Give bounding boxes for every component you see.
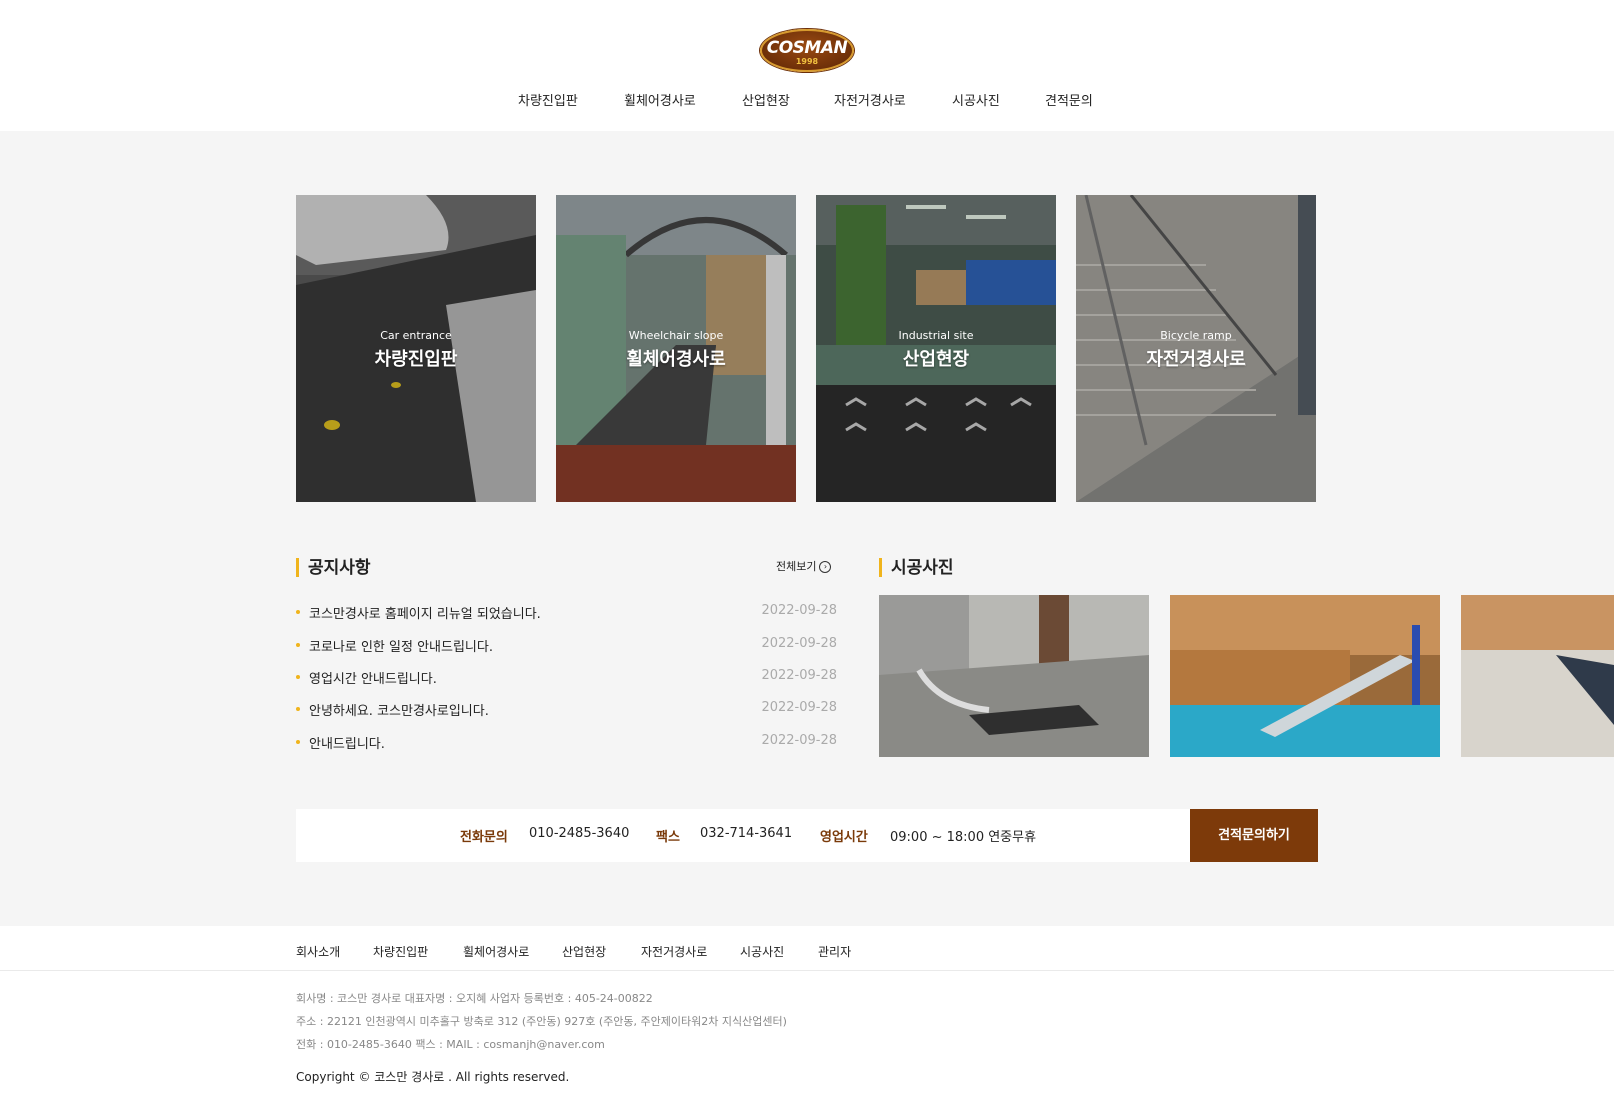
quote-request-button[interactable]: 견적문의하기 (1190, 809, 1318, 862)
footer-divider (0, 970, 1614, 971)
card-label-ko: 자전거경사로 (1146, 349, 1246, 370)
notice-list-item[interactable]: 코스만경사로 홈페이지 리뉴얼 되었습니다. 2022-09-28 (296, 603, 837, 622)
bullet-dot (296, 740, 300, 744)
card-label-en: Bicycle ramp (1160, 329, 1232, 342)
nav-item-quote-inquiry[interactable]: 견적문의 (1045, 90, 1093, 109)
footer-nav-admin[interactable]: 관리자 (818, 943, 851, 960)
phone-value: 010-2485-3640 (529, 826, 630, 841)
nav-item-bicycle-ramp[interactable]: 자전거경사로 (834, 90, 906, 109)
company-info-line: 회사명 : 코스만 경사로 대표자명 : 오지혜 사업자 등록번호 : 405-… (296, 992, 653, 1005)
footer-nav-construction-photos[interactable]: 시공사진 (740, 943, 784, 960)
contact-info-line: 전화 : 010-2485-3640 팩스 : MAIL : cosmanjh@… (296, 1038, 605, 1051)
main-nav: 차량진입판 휠체어경사로 산업현장 자전거경사로 시공사진 견적문의 (0, 90, 1614, 112)
card-label-en: Wheelchair slope (628, 329, 724, 342)
notice-item-date: 2022-09-28 (761, 636, 837, 651)
view-all-link[interactable]: 전체보기 › (776, 558, 832, 574)
nav-item-car-entrance[interactable]: 차량진입판 (518, 90, 578, 109)
contact-bar: 전화문의 010-2485-3640 팩스 032-714-3641 영업시간 … (296, 809, 1318, 862)
notice-item-title: 영업시간 안내드립니다. (309, 672, 437, 687)
notice-list-item[interactable]: 안녕하세요. 코스만경사로입니다. 2022-09-28 (296, 700, 837, 719)
nav-item-construction-photos[interactable]: 시공사진 (952, 90, 1000, 109)
card-label-ko: 차량진입판 (374, 349, 458, 370)
notice-item-title: 코로나로 인한 일정 안내드립니다. (309, 640, 493, 655)
hours-value: 09:00 ~ 18:00 연중무휴 (890, 830, 1037, 845)
hours-label: 영업시간 (820, 830, 868, 845)
gallery-photo-image (1461, 595, 1614, 757)
gallery-photo-image (879, 595, 1149, 757)
footer-nav-bicycle-ramp[interactable]: 자전거경사로 (641, 943, 707, 960)
gallery-section-title: 시공사진 (879, 557, 954, 579)
title-accent-bar (879, 558, 882, 577)
notice-list-item[interactable]: 영업시간 안내드립니다. 2022-09-28 (296, 668, 837, 687)
notice-item-date: 2022-09-28 (761, 700, 837, 715)
notice-item-date: 2022-09-28 (761, 668, 837, 683)
nav-item-industrial-site[interactable]: 산업현장 (742, 90, 790, 109)
card-label-ko: 산업현장 (902, 349, 970, 370)
notice-item-date: 2022-09-28 (761, 733, 837, 748)
bullet-dot (296, 707, 300, 711)
notice-title-text: 공지사항 (308, 558, 371, 578)
notice-item-title: 안내드립니다. (309, 737, 385, 752)
card-wheelchair-slope[interactable]: Wheelchair slope 휠체어경사로 (556, 195, 796, 502)
fax-value: 032-714-3641 (700, 826, 793, 841)
gallery-photo[interactable] (1461, 595, 1614, 757)
footer-nav-company[interactable]: 회사소개 (296, 943, 340, 960)
logo-year: 1998 (795, 57, 819, 66)
notice-item-title: 안녕하세요. 코스만경사로입니다. (309, 704, 489, 719)
footer-nav-wheelchair-slope[interactable]: 휠체어경사로 (463, 943, 529, 960)
footer-nav-industrial-site[interactable]: 산업현장 (562, 943, 606, 960)
title-accent-bar (296, 558, 299, 577)
card-car-entrance[interactable]: Car entrance 차량진입판 (296, 195, 536, 502)
notice-section-title: 공지사항 (296, 557, 371, 579)
logo-text: COSMAN (766, 38, 848, 58)
site-footer: 회사소개 차량진입판 휠체어경사로 산업현장 자전거경사로 시공사진 관리자 회… (0, 926, 1614, 1100)
address-line: 주소 : 22121 인천광역시 미추홀구 방축로 312 (주안동) 927호… (296, 1015, 787, 1028)
bullet-dot (296, 610, 300, 614)
card-label-ko: 휠체어경사로 (626, 349, 726, 370)
cosman-logo[interactable]: COSMAN 1998 (760, 29, 854, 72)
notice-list-item[interactable]: 코로나로 인한 일정 안내드립니다. 2022-09-28 (296, 636, 837, 655)
copyright-text: Copyright © 코스만 경사로 . All rights reserve… (296, 1070, 570, 1084)
site-header: COSMAN 1998 차량진입판 휠체어경사로 산업현장 자전거경사로 시공사… (0, 0, 1614, 131)
card-label-en: Industrial site (898, 329, 974, 342)
gallery-photo[interactable] (1170, 595, 1440, 757)
bullet-dot (296, 643, 300, 647)
footer-nav-car-entrance[interactable]: 차량진입판 (373, 943, 428, 960)
fax-label: 팩스 (656, 830, 680, 845)
gallery-photo[interactable] (879, 595, 1149, 757)
bullet-dot (296, 675, 300, 679)
notice-item-date: 2022-09-28 (761, 603, 837, 618)
card-bicycle-ramp[interactable]: Bicycle ramp 자전거경사로 (1076, 195, 1316, 502)
notice-list-item[interactable]: 안내드립니다. 2022-09-28 (296, 733, 837, 752)
nav-item-wheelchair-slope[interactable]: 휠체어경사로 (624, 90, 696, 109)
view-all-label: 전체보기 (776, 560, 817, 573)
card-industrial-site[interactable]: Industrial site 산업현장 (816, 195, 1056, 502)
notice-item-title: 코스만경사로 홈페이지 리뉴얼 되었습니다. (309, 607, 541, 622)
gallery-title-text: 시공사진 (891, 558, 954, 578)
phone-label: 전화문의 (460, 830, 508, 845)
arrow-right-circle-icon: › (819, 561, 832, 573)
gallery-photo-image (1170, 595, 1440, 757)
card-label-en: Car entrance (380, 329, 452, 342)
